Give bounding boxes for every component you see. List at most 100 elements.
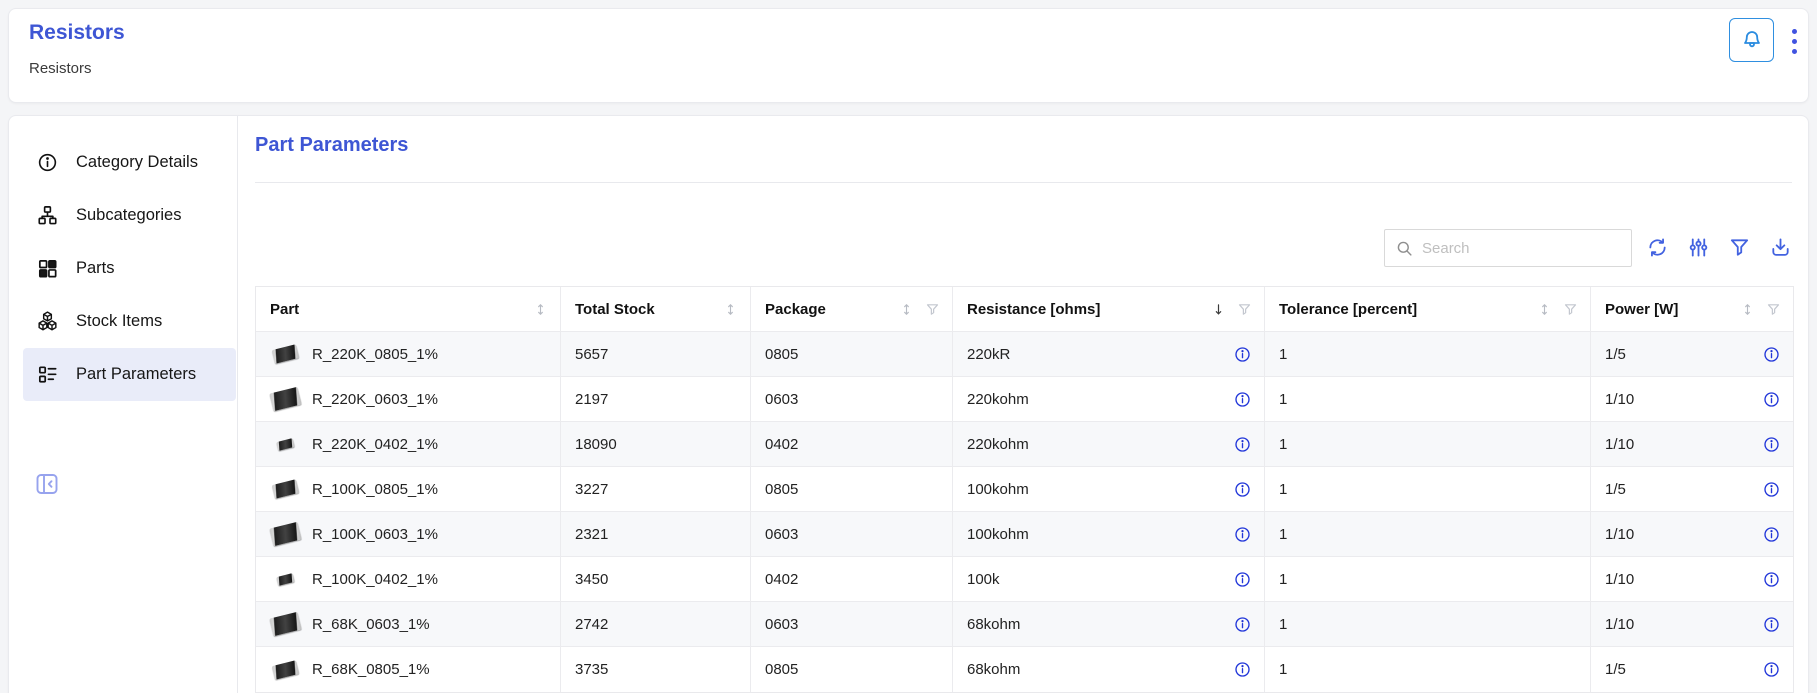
download-button[interactable]	[1769, 236, 1792, 260]
column-filter-icon[interactable]	[1563, 302, 1578, 317]
package-cell: 0402	[751, 422, 953, 467]
power-info-button[interactable]	[1762, 525, 1781, 544]
resistance-info-button[interactable]	[1233, 570, 1252, 589]
part-thumbnail	[270, 525, 300, 543]
total-stock-cell: 5657	[561, 332, 751, 377]
part-thumbnail	[270, 347, 300, 361]
column-filter-icon[interactable]	[1237, 302, 1252, 317]
resistance-info-button[interactable]	[1233, 480, 1252, 499]
info-icon	[1233, 525, 1252, 544]
part-parameters-table: Part Total Stock Package Resistance [ohm…	[255, 286, 1794, 693]
column-filter-icon[interactable]	[1766, 302, 1781, 317]
part-thumbnail	[270, 615, 300, 633]
sidebar-item-label: Subcategories	[76, 206, 182, 225]
resistance-value: 100k	[967, 571, 1000, 588]
refresh-icon	[1646, 236, 1669, 259]
sort-icon[interactable]	[1740, 302, 1755, 317]
power-value: 1/5	[1605, 481, 1626, 498]
sidebar-item-label: Parts	[76, 259, 115, 278]
kebab-dot	[1792, 29, 1797, 34]
sort-icon[interactable]	[899, 302, 914, 317]
power-info-button[interactable]	[1762, 435, 1781, 454]
package-cell: 0805	[751, 332, 953, 377]
breadcrumb[interactable]: Resistors	[29, 60, 92, 77]
power-value: 1/10	[1605, 616, 1634, 633]
total-stock-cell: 3450	[561, 557, 751, 602]
sidebar-item-parts[interactable]: Parts	[9, 242, 236, 295]
table-toolbar	[255, 229, 1792, 267]
resistance-value: 68kohm	[967, 661, 1020, 678]
sort-desc-icon[interactable]	[1211, 302, 1226, 317]
sidebar-item-part-parameters[interactable]: Part Parameters	[23, 348, 236, 401]
part-name: R_100K_0402_1%	[312, 571, 438, 588]
collapse-sidebar-icon	[34, 471, 60, 497]
total-stock-cell: 3227	[561, 467, 751, 512]
resistance-info-button[interactable]	[1233, 435, 1252, 454]
page-header: Resistors Resistors	[8, 8, 1809, 103]
power-info-button[interactable]	[1762, 660, 1781, 679]
power-value: 1/10	[1605, 526, 1634, 543]
kebab-dot	[1792, 49, 1797, 54]
sidebar-item-category-details[interactable]: Category Details	[9, 136, 236, 189]
kebab-dot	[1792, 39, 1797, 44]
power-info-button[interactable]	[1762, 615, 1781, 634]
notifications-button[interactable]	[1729, 18, 1774, 62]
column-header-tolerance[interactable]: Tolerance [percent]	[1265, 287, 1591, 332]
sidebar-item-label: Stock Items	[76, 312, 162, 331]
total-stock-cell: 18090	[561, 422, 751, 467]
info-icon	[1762, 435, 1781, 454]
resistance-info-button[interactable]	[1233, 345, 1252, 364]
total-stock-cell: 3735	[561, 647, 751, 692]
column-filter-icon[interactable]	[925, 302, 940, 317]
column-header-part[interactable]: Part	[256, 287, 561, 332]
sort-icon[interactable]	[723, 302, 738, 317]
total-stock-cell: 2321	[561, 512, 751, 557]
search-input[interactable]	[1422, 240, 1621, 257]
package-cell: 0603	[751, 512, 953, 557]
divider	[255, 182, 1792, 183]
column-header-total-stock[interactable]: Total Stock	[561, 287, 751, 332]
sidebar-item-stock-items[interactable]: Stock Items	[9, 295, 236, 348]
bell-icon	[1740, 28, 1764, 52]
main-panel: Category Details Subcategories Parts Sto…	[8, 115, 1809, 693]
power-info-button[interactable]	[1762, 390, 1781, 409]
info-icon	[1762, 390, 1781, 409]
sidebar-item-subcategories[interactable]: Subcategories	[9, 189, 236, 242]
column-header-package[interactable]: Package	[751, 287, 953, 332]
resistance-info-button[interactable]	[1233, 525, 1252, 544]
resistance-info-button[interactable]	[1233, 615, 1252, 634]
resistance-info-button[interactable]	[1233, 660, 1252, 679]
filter-button[interactable]	[1728, 236, 1751, 260]
kebab-menu-button[interactable]	[1786, 23, 1802, 59]
sidebar-item-label: Part Parameters	[76, 365, 196, 384]
search-icon	[1395, 239, 1414, 258]
column-header-resistance[interactable]: Resistance [ohms]	[953, 287, 1265, 332]
part-name: R_68K_0805_1%	[312, 661, 430, 678]
resistance-value: 68kohm	[967, 616, 1020, 633]
sort-icon[interactable]	[1537, 302, 1552, 317]
resistance-info-button[interactable]	[1233, 390, 1252, 409]
sliders-icon	[1687, 236, 1710, 259]
info-icon	[1233, 615, 1252, 634]
grid-icon	[36, 257, 59, 280]
power-info-button[interactable]	[1762, 345, 1781, 364]
power-info-button[interactable]	[1762, 480, 1781, 499]
total-stock-cell: 2742	[561, 602, 751, 647]
sort-icon[interactable]	[533, 302, 548, 317]
column-header-power[interactable]: Power [W]	[1591, 287, 1793, 332]
resistance-value: 220kohm	[967, 436, 1029, 453]
filter-icon	[1728, 236, 1751, 259]
resistance-value: 100kohm	[967, 526, 1029, 543]
package-cell: 0805	[751, 467, 953, 512]
tolerance-cell: 1	[1265, 602, 1591, 647]
collapse-sidebar-button[interactable]	[34, 471, 60, 497]
cubes-icon	[36, 310, 59, 333]
power-value: 1/10	[1605, 391, 1634, 408]
column-settings-button[interactable]	[1687, 236, 1710, 260]
info-icon	[1762, 525, 1781, 544]
info-icon	[36, 151, 59, 174]
part-thumbnail	[270, 663, 300, 677]
column-label: Power [W]	[1605, 301, 1678, 318]
refresh-button[interactable]	[1646, 236, 1669, 260]
power-info-button[interactable]	[1762, 570, 1781, 589]
